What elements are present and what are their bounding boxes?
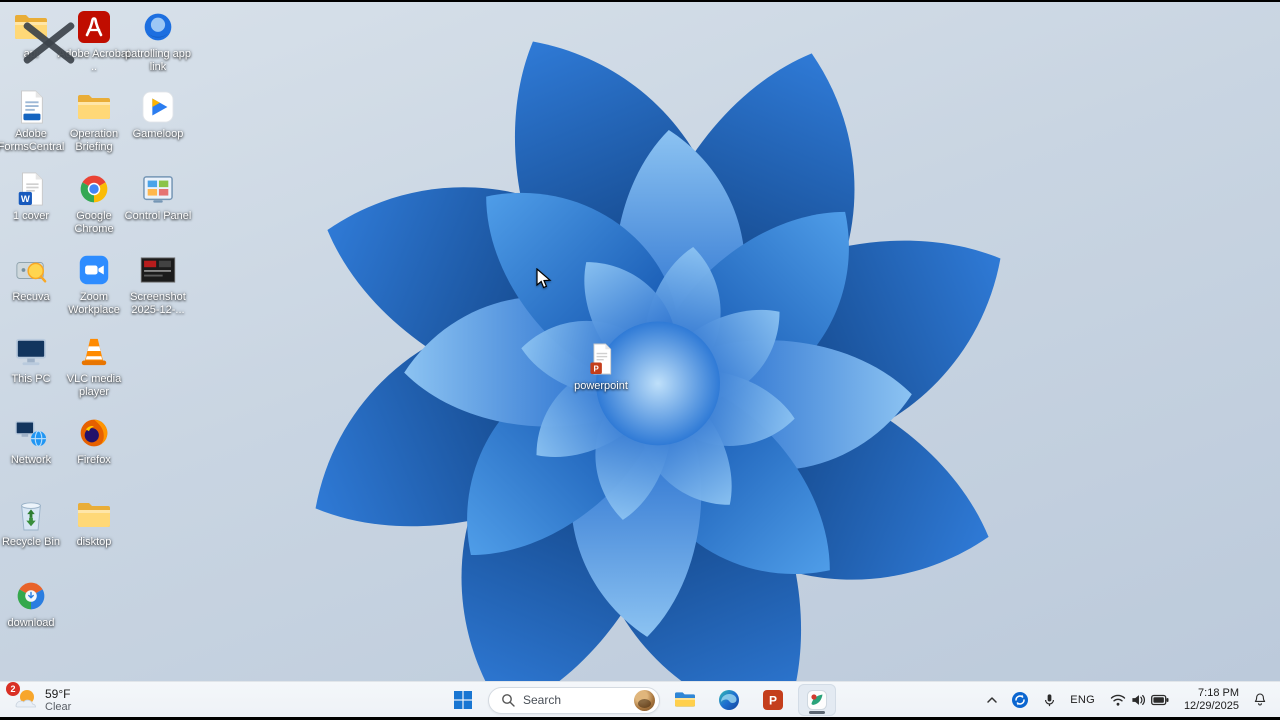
desktop-icon-vlc-media-player[interactable]: VLC media player xyxy=(56,333,132,399)
patrolling-app-link-icon xyxy=(134,8,182,46)
screenshot-2025-icon xyxy=(134,251,182,289)
desktop-icon-label: download xyxy=(7,617,55,629)
desktop-icon-screenshot-2025[interactable]: Screenshot 2025-12-... xyxy=(120,251,196,317)
taskbar: 2 59°F Clear Search P ENG 7:18 PM 12/29/… xyxy=(0,681,1280,717)
windows-logo-icon xyxy=(454,691,472,709)
weather-condition: Clear xyxy=(45,700,72,713)
edge-icon xyxy=(719,690,739,710)
control-panel-icon xyxy=(134,170,182,208)
search-box[interactable]: Search xyxy=(488,686,660,714)
gameloop-icon xyxy=(134,88,182,126)
svg-text:P: P xyxy=(769,694,777,708)
active-app-button[interactable] xyxy=(798,684,836,716)
disktop-icon xyxy=(70,496,118,534)
adobe-acrobat-icon xyxy=(70,8,118,46)
weather-temp: 59°F xyxy=(45,686,71,701)
desktop-icon-patrolling-app-link[interactable]: patrolling app link xyxy=(120,8,196,74)
adobe-formscentral-icon xyxy=(7,88,55,126)
quick-settings[interactable] xyxy=(1106,686,1173,714)
file-explorer-icon xyxy=(675,692,695,707)
desktop-icon-disktop[interactable]: disktop xyxy=(56,496,132,549)
taskbar-tray: ENG 7:18 PM 12/29/2025 xyxy=(984,682,1280,718)
screen-recorder-icon xyxy=(807,690,827,710)
desktop-icon-label: VLC media player xyxy=(66,373,122,398)
desktop-icon-control-panel[interactable]: Control Panel xyxy=(120,170,196,223)
recycle-bin-icon xyxy=(7,496,55,534)
download-icon xyxy=(7,577,55,615)
clock-time: 7:18 PM xyxy=(1198,687,1239,699)
search-icon xyxy=(502,694,515,707)
weather-widget[interactable]: 2 59°F Clear xyxy=(0,682,83,718)
file-explorer-button[interactable] xyxy=(666,684,704,716)
svg-text:W: W xyxy=(21,194,30,205)
desktop-icon-powerpoint[interactable]: P powerpoint xyxy=(563,340,639,393)
weather-badge: 2 xyxy=(6,682,20,696)
language-indicator[interactable]: ENG xyxy=(1068,686,1097,714)
powerpoint-icon: P xyxy=(577,340,625,378)
desktop-icon-gameloop[interactable]: Gameloop xyxy=(120,88,196,141)
active-app-indicator xyxy=(809,711,825,714)
tray-update-icon[interactable] xyxy=(1009,686,1031,714)
weather-icon: 2 xyxy=(6,682,38,713)
zoom-workplace-icon xyxy=(70,251,118,289)
notification-bell-icon[interactable] xyxy=(1250,686,1270,714)
weather-text: 59°F Clear xyxy=(45,686,72,713)
wifi-icon xyxy=(1110,694,1126,706)
desktop[interactable]: api Adobe Acrobat .. patrolling app link… xyxy=(0,2,1280,681)
desktop-icon-label: disktop xyxy=(76,536,112,548)
desktop-icon-label: Firefox xyxy=(77,454,111,466)
google-chrome-icon xyxy=(70,170,118,208)
1-cover-icon: W xyxy=(7,170,55,208)
clock[interactable]: 7:18 PM 12/29/2025 xyxy=(1182,687,1241,713)
desktop-icon-firefox[interactable]: Firefox xyxy=(56,414,132,467)
desktop-icon-label: Gameloop xyxy=(132,128,184,140)
start-button[interactable] xyxy=(444,684,482,716)
search-box-thumbnail xyxy=(634,689,655,711)
this-pc-icon xyxy=(7,333,55,371)
recuva-icon xyxy=(7,251,55,289)
search-label: Search xyxy=(523,693,562,707)
tray-chevron-up-icon[interactable] xyxy=(984,686,1000,714)
desktop-icon-label: Screenshot 2025-12-... xyxy=(130,291,186,316)
vlc-media-player-icon xyxy=(70,333,118,371)
edge-button[interactable] xyxy=(710,684,748,716)
taskbar-center: Search P xyxy=(444,682,836,718)
battery-icon xyxy=(1150,694,1169,706)
desktop-icon-label: patrolling app link xyxy=(124,48,192,73)
firefox-icon xyxy=(70,414,118,452)
desktop-icon-label: powerpoint xyxy=(574,380,628,392)
clock-date: 12/29/2025 xyxy=(1183,700,1239,712)
language-label: ENG xyxy=(1070,694,1095,706)
powerpoint-icon: P xyxy=(763,690,783,710)
microphone-icon[interactable] xyxy=(1040,686,1059,714)
operation-briefing-icon xyxy=(70,88,118,126)
screen: api Adobe Acrobat .. patrolling app link… xyxy=(0,0,1280,720)
desktop-icon-download[interactable]: download xyxy=(0,577,69,630)
svg-text:P: P xyxy=(593,364,599,373)
powerpoint-button[interactable]: P xyxy=(754,684,792,716)
desktop-icon-label: Control Panel xyxy=(124,210,192,222)
volume-icon xyxy=(1132,694,1145,706)
network-icon xyxy=(7,414,55,452)
api-icon xyxy=(7,8,55,46)
